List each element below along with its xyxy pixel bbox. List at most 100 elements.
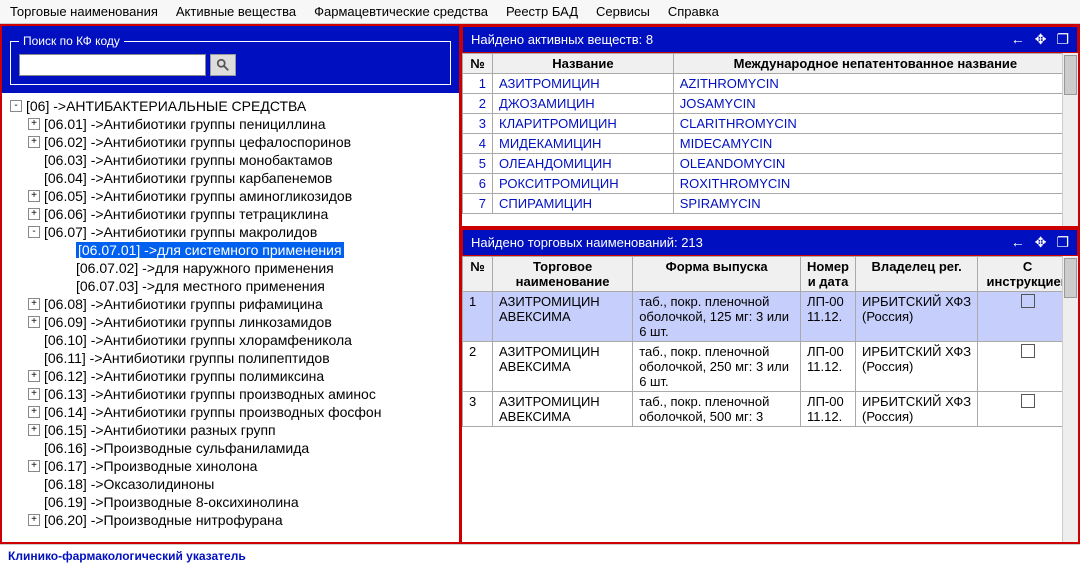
- col-header[interactable]: Форма выпуска: [633, 257, 801, 292]
- table-row[interactable]: 2АЗИТРОМИЦИН АВЕКСИМАтаб., покр. пленочн…: [463, 342, 1078, 392]
- expand-icon[interactable]: +: [28, 424, 40, 436]
- tree-node[interactable]: [06.10] ->Антибиотики группы хлорамфеник…: [28, 331, 457, 349]
- move-icon[interactable]: ✥: [1035, 31, 1047, 48]
- table-row[interactable]: 7СПИРАМИЦИНSPIRAMYCIN: [463, 194, 1078, 214]
- menu-item[interactable]: Справка: [668, 4, 719, 19]
- tree-label: [06.20] ->Производные нитрофурана: [44, 512, 283, 528]
- table-row[interactable]: 3КЛАРИТРОМИЦИНCLARITHROMYCIN: [463, 114, 1078, 134]
- substance-name: АЗИТРОМИЦИН: [493, 74, 674, 94]
- release-form: таб., покр. пленочной оболочкой, 250 мг:…: [633, 342, 801, 392]
- expand-icon[interactable]: +: [28, 388, 40, 400]
- menu-item[interactable]: Активные вещества: [176, 4, 296, 19]
- tree-node[interactable]: +[06.17] ->Производные хинолона: [28, 457, 457, 475]
- move-icon[interactable]: ✥: [1035, 234, 1047, 251]
- checkbox[interactable]: [1021, 394, 1035, 408]
- back-icon[interactable]: ←: [1011, 31, 1025, 48]
- trade-names-grid[interactable]: №Торговое наименованиеФорма выпускаНомер…: [462, 256, 1078, 542]
- tree-node[interactable]: [06.07.03] ->для местного применения: [60, 277, 457, 295]
- substance-inn: SPIRAMYCIN: [673, 194, 1077, 214]
- windows-icon[interactable]: ❐: [1056, 234, 1069, 251]
- tree-node[interactable]: -[06.07] ->Антибиотики группы макролидов: [28, 223, 457, 241]
- trade-name: АЗИТРОМИЦИН АВЕКСИМА: [493, 342, 633, 392]
- table-row[interactable]: 1АЗИТРОМИЦИН АВЕКСИМАтаб., покр. пленочн…: [463, 292, 1078, 342]
- reg-owner: ИРБИТСКИЙ ХФЗ (Россия): [856, 292, 978, 342]
- col-header[interactable]: №: [463, 257, 493, 292]
- expand-icon[interactable]: +: [28, 190, 40, 202]
- tree-node[interactable]: [06.03] ->Антибиотики группы монобактамо…: [28, 151, 457, 169]
- menu-item[interactable]: Торговые наименования: [10, 4, 158, 19]
- trade-names-header: Найдено торговых наименований: 213 ← ✥ ❐: [462, 229, 1078, 256]
- tree-node[interactable]: + [06.14] ->Антибиотики группы производны…: [28, 403, 457, 421]
- col-header[interactable]: Международное непатентованное название: [673, 54, 1077, 74]
- expand-icon[interactable]: +: [28, 208, 40, 220]
- tree-node[interactable]: + [06.01] ->Антибиотики группы пенициллин…: [28, 115, 457, 133]
- checkbox[interactable]: [1021, 294, 1035, 308]
- tree-node[interactable]: +[06.08] ->Антибиотики группы рифамицина: [28, 295, 457, 313]
- tree-node[interactable]: + [06.05] ->Антибиотики группы аминоглико…: [28, 187, 457, 205]
- tree-node[interactable]: [06.18] ->Оксазолидиноны: [28, 475, 457, 493]
- tree-node[interactable]: [06.07.01] ->для системного применения: [60, 241, 457, 259]
- substance-name: СПИРАМИЦИН: [493, 194, 674, 214]
- tree-label: [06.19] ->Производные 8-оксихинолина: [44, 494, 299, 510]
- col-header[interactable]: Название: [493, 54, 674, 74]
- tree-label: [06.13] ->Антибиотики группы производных…: [44, 386, 376, 402]
- tree-node[interactable]: [06.04] ->Антибиотики группы карбапенемо…: [28, 169, 457, 187]
- expand-icon[interactable]: +: [28, 316, 40, 328]
- substance-name: ДЖОЗАМИЦИН: [493, 94, 674, 114]
- tree-node[interactable]: +[06.12] ->Антибиотики группы полимиксин…: [28, 367, 457, 385]
- table-row[interactable]: 4МИДЕКАМИЦИНMIDECAMYCIN: [463, 134, 1078, 154]
- search-panel: Поиск по КФ коду: [2, 26, 459, 93]
- tree-node[interactable]: [06.16] ->Производные сульфаниламида: [28, 439, 457, 457]
- expand-icon[interactable]: +: [28, 370, 40, 382]
- reg-owner: ИРБИТСКИЙ ХФЗ (Россия): [856, 392, 978, 427]
- active-substances-title: Найдено активных веществ: 8: [471, 32, 653, 47]
- table-row[interactable]: 5ОЛЕАНДОМИЦИНOLEANDOMYCIN: [463, 154, 1078, 174]
- expand-icon[interactable]: +: [28, 118, 40, 130]
- scrollbar[interactable]: [1062, 256, 1078, 542]
- row-num: 5: [463, 154, 493, 174]
- expand-icon[interactable]: +: [28, 298, 40, 310]
- tree-label: [06.01] ->Антибиотики группы пенициллина: [44, 116, 326, 132]
- col-header[interactable]: №: [463, 54, 493, 74]
- table-row[interactable]: 6РОКСИТРОМИЦИНROXITHROMYCIN: [463, 174, 1078, 194]
- substance-inn: AZITHROMYCIN: [673, 74, 1077, 94]
- expand-icon[interactable]: +: [28, 460, 40, 472]
- scrollbar[interactable]: [1062, 53, 1078, 226]
- collapse-icon[interactable]: -: [10, 100, 22, 112]
- search-button[interactable]: [210, 54, 236, 76]
- tree-node[interactable]: [06.11] ->Антибиотики группы полипептидо…: [28, 349, 457, 367]
- tree-node[interactable]: [06.07.02] ->для наружного применения: [60, 259, 457, 277]
- col-header[interactable]: Владелец рег.: [856, 257, 978, 292]
- menu-item[interactable]: Сервисы: [596, 4, 650, 19]
- table-row[interactable]: 3АЗИТРОМИЦИН АВЕКСИМАтаб., покр. пленочн…: [463, 392, 1078, 427]
- col-header[interactable]: Номер и дата: [801, 257, 856, 292]
- menu-item[interactable]: Реестр БАД: [506, 4, 578, 19]
- table-row[interactable]: 2ДЖОЗАМИЦИНJOSAMYCIN: [463, 94, 1078, 114]
- checkbox[interactable]: [1021, 344, 1035, 358]
- search-input[interactable]: [19, 54, 206, 76]
- back-icon[interactable]: ←: [1011, 234, 1025, 251]
- table-row[interactable]: 1АЗИТРОМИЦИНAZITHROMYCIN: [463, 74, 1078, 94]
- tree-node[interactable]: + [06.20] ->Производные нитрофурана: [28, 511, 457, 529]
- expand-icon[interactable]: +: [28, 514, 40, 526]
- tree-node[interactable]: + [06.13] ->Антибиотики группы производны…: [28, 385, 457, 403]
- col-header[interactable]: Торговое наименование: [493, 257, 633, 292]
- panel-tools: ← ✥ ❐: [1011, 31, 1069, 48]
- active-substances-grid[interactable]: №НазваниеМеждународное непатентованное н…: [462, 53, 1078, 226]
- tree-view[interactable]: -[06] ->АНТИБАКТЕРИАЛЬНЫЕ СРЕДСТВА+[06.0…: [2, 93, 459, 542]
- expand-icon[interactable]: +: [28, 406, 40, 418]
- tree-node[interactable]: [06.19] ->Производные 8-оксихинолина: [28, 493, 457, 511]
- expand-icon[interactable]: +: [28, 136, 40, 148]
- tree-node[interactable]: +[06.09] ->Антибиотики группы линкозамид…: [28, 313, 457, 331]
- collapse-icon[interactable]: -: [28, 226, 40, 238]
- row-num: 1: [463, 292, 493, 342]
- substance-inn: CLARITHROMYCIN: [673, 114, 1077, 134]
- windows-icon[interactable]: ❐: [1056, 31, 1069, 48]
- tree-node[interactable]: +[06.02] ->Антибиотики группы цефалоспор…: [28, 133, 457, 151]
- tree-label: [06.05] ->Антибиотики группы аминогликоз…: [44, 188, 352, 204]
- tree-node[interactable]: -[06] ->АНТИБАКТЕРИАЛЬНЫЕ СРЕДСТВА: [10, 97, 457, 115]
- tree-node[interactable]: +[06.06] ->Антибиотики группы тетрацикли…: [28, 205, 457, 223]
- tree-node[interactable]: +[06.15] ->Антибиотики разных групп: [28, 421, 457, 439]
- menu-item[interactable]: Фармацевтические средства: [314, 4, 488, 19]
- tree-label: [06.14] ->Антибиотики группы производных…: [44, 404, 381, 420]
